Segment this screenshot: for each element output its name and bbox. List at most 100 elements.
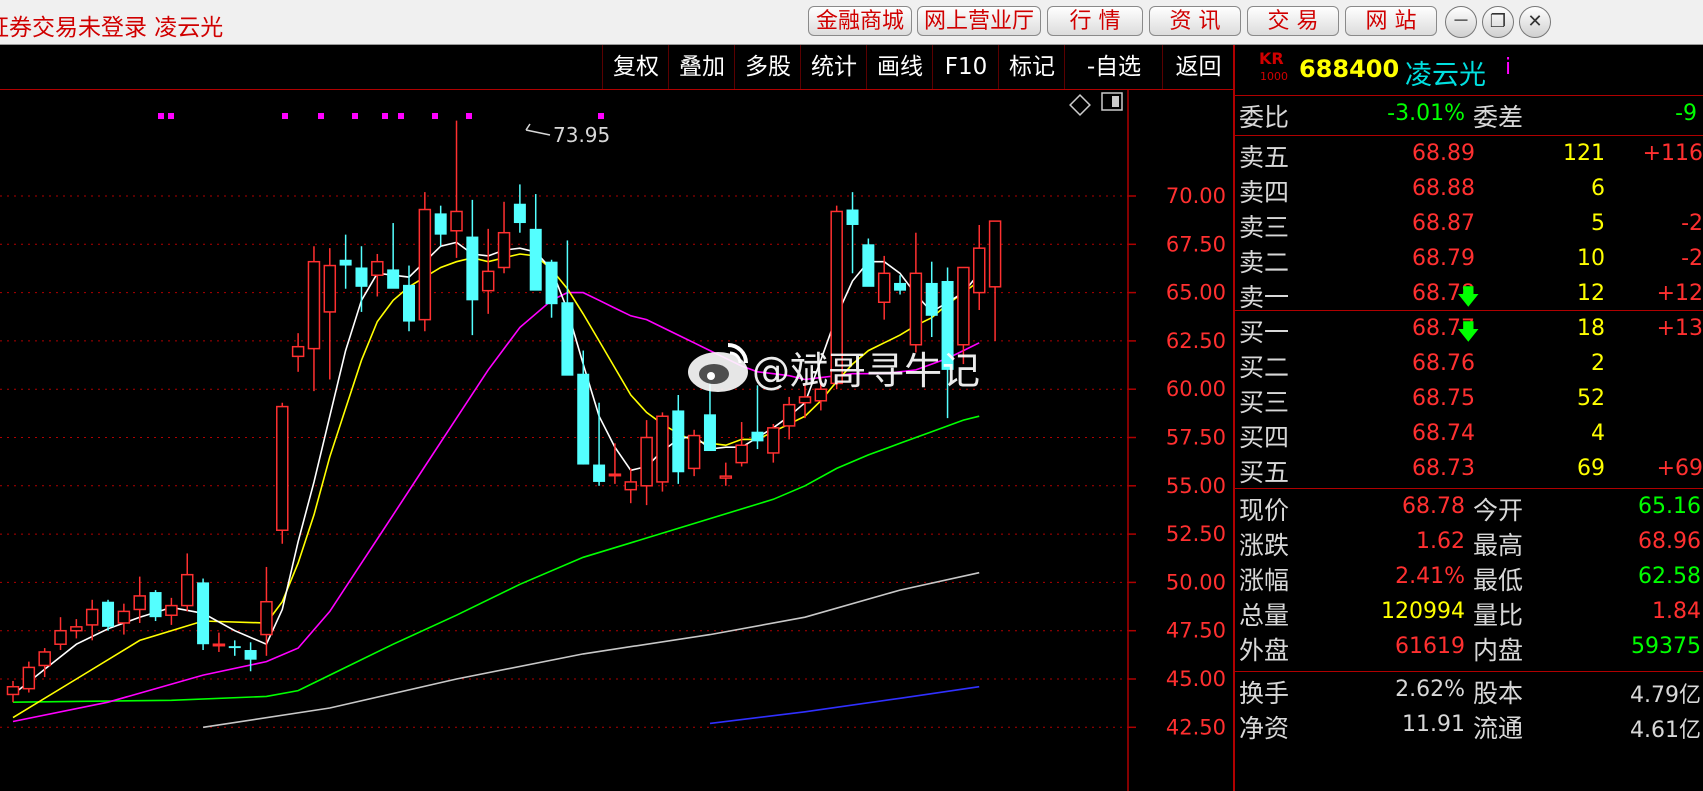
toolbar-restore-rights[interactable]: 复权 [602, 45, 669, 89]
toolbar-overlay[interactable]: 叠加 [668, 45, 735, 89]
ask-row[interactable]: 卖一 68.78 🡇 12 +12 [1235, 278, 1703, 314]
quotes-button[interactable]: 行 情 [1047, 6, 1143, 36]
kline-svg[interactable]: 70.00 67.50 65.00 62.50 60.00 57.50 55.00 52.50… [0, 90, 1233, 791]
stat-value: 4.61亿 [1630, 718, 1701, 743]
toolbar-mark[interactable]: 标记 [998, 45, 1065, 89]
bid-change: +69 [1656, 456, 1703, 481]
candle-body [197, 582, 210, 645]
candle-body [307, 260, 321, 350]
candle [323, 248, 337, 380]
ask-volume: 12 [1577, 281, 1605, 306]
candle [909, 232, 923, 353]
candle-body [418, 208, 432, 321]
toolbar-back[interactable]: 返回 [1162, 45, 1234, 89]
candle-body [735, 444, 748, 464]
candle [561, 240, 574, 376]
candle [212, 632, 226, 652]
bid-row[interactable]: 买二 68.76 2 [1235, 348, 1703, 384]
candle [782, 396, 796, 440]
finance-mall-button[interactable]: 金融商城 [808, 6, 912, 36]
candle [624, 468, 638, 504]
candle [70, 619, 83, 639]
candle-body [212, 643, 226, 647]
close-button[interactable]: ✕ [1519, 6, 1551, 38]
ask-price: 68.89 [1412, 141, 1475, 166]
stat-label: 量比 [1473, 601, 1524, 630]
bid-row[interactable]: 买四 68.74 4 [1235, 418, 1703, 454]
candle [197, 578, 210, 651]
candle-body [70, 626, 83, 632]
toolbar-f10[interactable]: F10 [932, 45, 999, 89]
stat-value: 68.78 [1402, 494, 1465, 519]
candle [450, 120, 463, 258]
toolbar-multi-stock[interactable]: 多股 [734, 45, 801, 89]
kr-badge: KR [1259, 49, 1284, 68]
panel-divider [1235, 488, 1703, 489]
bid-price: 68.76 [1412, 351, 1475, 376]
bid-row[interactable]: 买五 68.73 69 +69 [1235, 453, 1703, 489]
candle [466, 199, 479, 336]
ask-volume: 10 [1577, 246, 1605, 271]
candle [687, 429, 701, 477]
ask-change: -2 [1681, 211, 1703, 236]
toolbar-draw-line[interactable]: 画线 [866, 45, 933, 89]
price-axis-label: 45.00 [1166, 667, 1226, 691]
candle-body [656, 415, 669, 483]
bid-level-label: 买三 [1239, 388, 1290, 417]
stat-label: 换手 [1239, 679, 1290, 708]
info-icon[interactable]: i [1505, 55, 1511, 80]
stat-label: 最低 [1473, 566, 1524, 595]
candle [387, 223, 400, 289]
ask-row[interactable]: 卖五 68.89 121 +116 [1235, 138, 1703, 174]
quote-panel: KR 1000 688400 凌云光 i 委比 -3.01% 委差 -9 卖五 6… [1233, 45, 1703, 791]
price-axis-label: 47.50 [1166, 619, 1226, 643]
ask-row[interactable]: 卖三 68.87 5 -2 [1235, 208, 1703, 244]
candle-body [38, 651, 51, 667]
candle [941, 267, 954, 419]
candle-body [862, 244, 875, 287]
high-price-label: 73.95 [553, 123, 610, 147]
restore-button[interactable]: ❐ [1482, 6, 1514, 38]
candle-body [513, 203, 526, 224]
candle-body [925, 282, 938, 316]
trade-button[interactable]: 交 易 [1247, 6, 1339, 36]
price-axis-label: 60.00 [1166, 377, 1226, 401]
candle-body [450, 210, 463, 232]
candle [513, 184, 526, 233]
watermark: @斌哥寻牛记 [688, 343, 980, 393]
ask-row[interactable]: 卖四 68.88 6 [1235, 173, 1703, 209]
candle-body [387, 269, 400, 289]
candle-body [165, 604, 178, 616]
stat-label: 流通 [1473, 714, 1524, 743]
ask-row[interactable]: 卖二 68.79 10 -2 [1235, 243, 1703, 279]
signal-marker [168, 113, 174, 119]
candle-body [149, 592, 162, 618]
candle-body [640, 436, 653, 487]
candle [165, 597, 178, 625]
website-button[interactable]: 网 站 [1345, 6, 1437, 36]
stat-value: 2.62% [1395, 677, 1465, 702]
price-axis-label: 50.00 [1166, 570, 1226, 594]
candle [102, 599, 115, 631]
toolbar-statistics[interactable]: 统计 [800, 45, 867, 89]
bid-row[interactable]: 买三 68.75 52 [1235, 383, 1703, 419]
news-button[interactable]: 资 讯 [1149, 6, 1241, 36]
bid-row[interactable]: 买一 68.77 🡇 18 +13 [1235, 313, 1703, 349]
ask-volume: 6 [1591, 176, 1605, 201]
kline-chart[interactable]: 70.00 67.50 65.00 62.50 60.00 57.50 55.00 52.50… [0, 90, 1233, 791]
minimize-button[interactable]: － [1445, 6, 1477, 38]
candle-body [102, 601, 115, 627]
candle-body [228, 646, 241, 649]
price-axis-label: 55.00 [1166, 474, 1226, 498]
stat-value: 2.41% [1395, 564, 1465, 589]
candle [481, 228, 495, 314]
candle [180, 553, 194, 612]
candle-body [323, 264, 337, 313]
toolbar-watchlist[interactable]: -自选 [1064, 45, 1163, 89]
online-hall-button[interactable]: 网上营业厅 [917, 6, 1041, 36]
ask-volume: 121 [1563, 141, 1605, 166]
candle-body [798, 396, 812, 404]
weicha-value: -9 [1675, 101, 1697, 126]
stat-value: 61619 [1395, 634, 1465, 659]
diamond-icon[interactable] [1069, 94, 1091, 116]
